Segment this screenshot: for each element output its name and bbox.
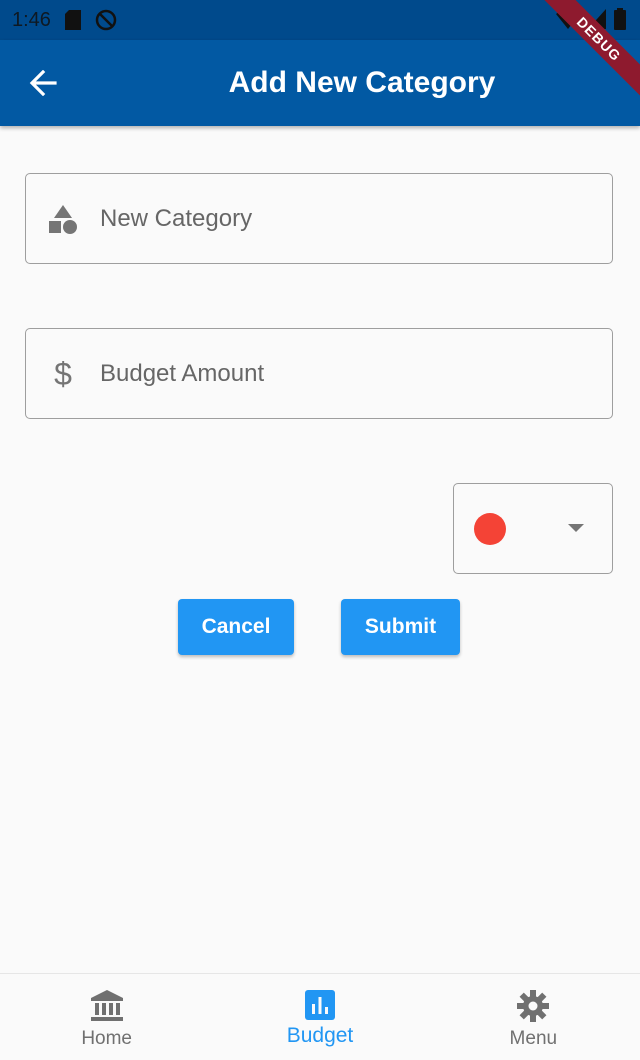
bottom-navigation: Home Budget Menu: [0, 973, 640, 1060]
nav-item-menu[interactable]: Menu: [427, 974, 640, 1060]
category-input[interactable]: [100, 204, 580, 233]
bank-icon: [90, 990, 123, 1021]
signal-icon: [588, 9, 606, 29]
nav-item-budget[interactable]: Budget: [213, 974, 426, 1060]
sd-card-icon: [64, 10, 81, 30]
page-title: Add New Category: [228, 66, 496, 99]
budget-field[interactable]: $: [25, 328, 613, 419]
cancel-button[interactable]: Cancel: [178, 599, 294, 655]
dollar-icon: $: [26, 357, 100, 391]
nav-item-home[interactable]: Home: [0, 974, 213, 1060]
nav-label-menu: Menu: [509, 1028, 558, 1049]
status-bar: 1:46: [0, 0, 640, 40]
app-bar: Add New Category: [0, 40, 640, 126]
status-time: 1:46: [12, 8, 51, 31]
dropdown-arrow-icon: [568, 524, 584, 532]
budget-amount-input[interactable]: [100, 359, 580, 388]
battery-icon: [614, 8, 626, 30]
nav-label-home: Home: [81, 1028, 132, 1049]
svg-text:$: $: [54, 357, 72, 391]
category-shapes-icon: [26, 203, 100, 235]
bar-chart-icon: [304, 990, 335, 1020]
selected-color-swatch: [474, 513, 506, 545]
category-field[interactable]: [25, 173, 613, 264]
submit-button[interactable]: Submit: [341, 599, 460, 655]
do-not-disturb-icon: [95, 9, 117, 31]
color-picker-dropdown[interactable]: [453, 483, 613, 574]
wifi-icon: [556, 9, 580, 29]
nav-label-budget: Budget: [286, 1024, 354, 1047]
gear-icon: [517, 990, 550, 1022]
